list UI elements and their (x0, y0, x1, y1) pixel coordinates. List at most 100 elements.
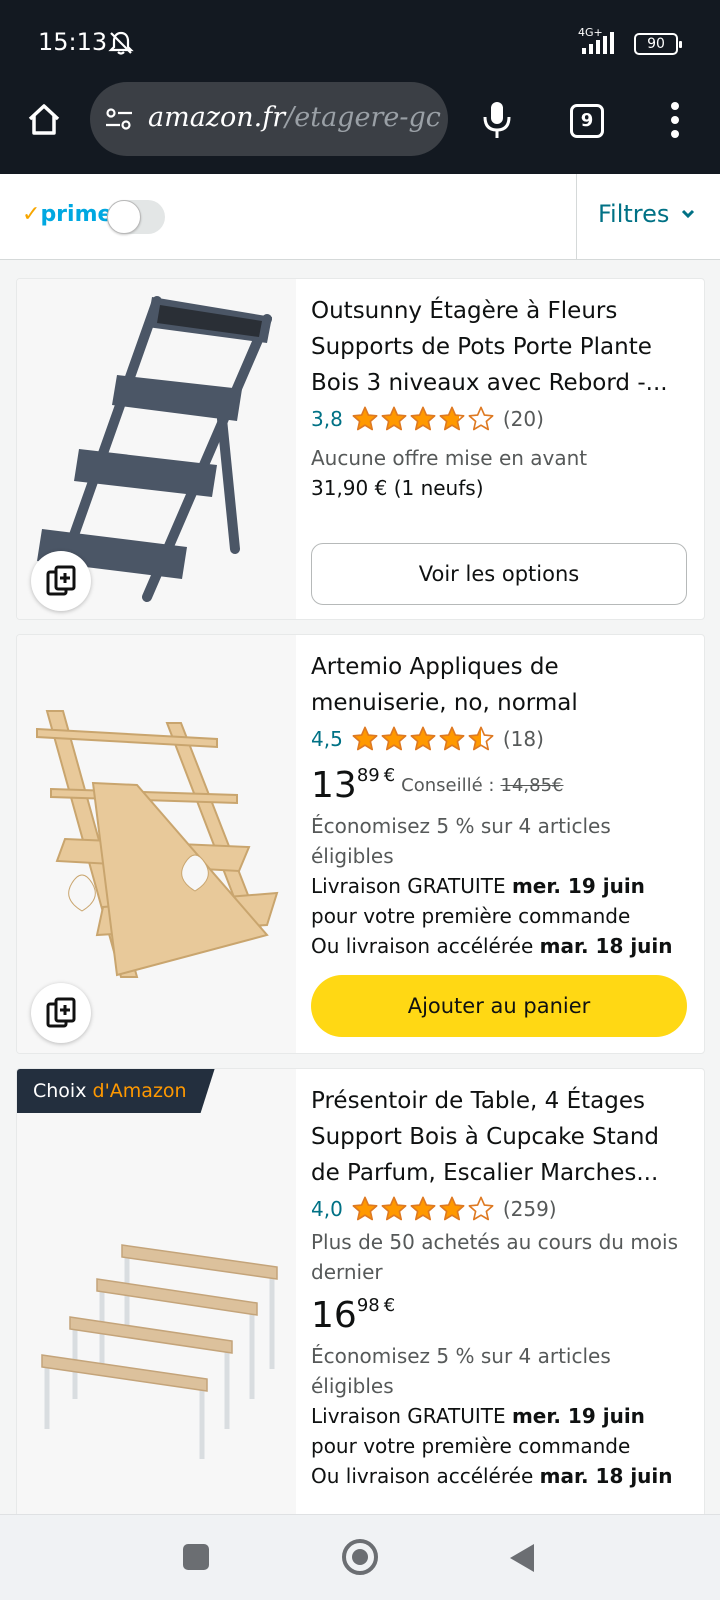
url-path: /etagere-gc (285, 102, 441, 133)
acrylic-stand-image (41, 1244, 278, 1459)
compare-icon (46, 997, 76, 1028)
home-nav-icon[interactable] (342, 1539, 378, 1575)
delivery-suffix: pour votre première commande (311, 904, 631, 928)
back-icon[interactable] (508, 1542, 536, 1574)
star-icon (468, 406, 494, 431)
prime-toggle[interactable] (107, 200, 165, 234)
fast-delivery-date: mar. 18 juin (539, 934, 673, 958)
star-rating-icon (351, 725, 495, 753)
status-time: 15:13 (38, 28, 108, 56)
star-icon (352, 726, 378, 751)
product-title[interactable]: Artemio Appliques de menuiserie, no, nor… (311, 649, 692, 721)
product-details: Artemio Appliques de menuiserie, no, nor… (311, 635, 692, 1037)
compare-button[interactable] (31, 983, 91, 1043)
star-icon (439, 726, 465, 751)
review-count: (259) (502, 1197, 557, 1221)
delivery-text: Livraison GRATUITE mer. 19 juin pour vot… (311, 871, 692, 931)
rating-value: 3,8 (311, 407, 343, 431)
rating-value: 4,0 (311, 1197, 343, 1221)
price: 16 98 € (311, 1295, 692, 1341)
delivery-text: Livraison GRATUITE mer. 19 juin pour vot… (311, 1401, 692, 1461)
star-icon (381, 726, 407, 751)
url-host: amazon.fr (148, 102, 286, 133)
rating-row[interactable]: 4,0 (259) (311, 1191, 692, 1227)
star-icon (468, 726, 494, 751)
bought-count: Plus de 50 achetés au cours du mois dern… (311, 1230, 679, 1284)
fast-delivery-prefix: Ou livraison accélérée (311, 1464, 534, 1488)
prime-label: prime (40, 202, 113, 227)
browser-toolbar: amazon.fr/etagere-gc 9 (0, 82, 720, 174)
product-image[interactable] (17, 1069, 296, 1514)
savings-text: Économisez 5 % sur 4 articles éligibles (311, 814, 611, 868)
rating-row[interactable]: 4,5 (18) (311, 721, 692, 757)
star-icon (410, 726, 436, 751)
savings-text: Économisez 5 % sur 4 articles éligibles (311, 1344, 611, 1398)
product-title[interactable]: Présentoir de Table, 4 Étages Support Bo… (311, 1083, 692, 1191)
address-bar[interactable]: amazon.fr/etagere-gc (90, 82, 448, 156)
price-whole: 13 (311, 765, 357, 806)
add-to-cart-button[interactable]: Ajouter au panier (311, 975, 687, 1037)
star-icon (410, 1196, 436, 1221)
star-rating-icon (351, 1195, 495, 1223)
product-card[interactable]: Artemio Appliques de menuiserie, no, nor… (16, 634, 705, 1054)
product-card[interactable]: Choix d'Amazon Présentoir de Table, 4 Ét… (16, 1068, 705, 1514)
microphone-icon[interactable] (480, 100, 514, 140)
star-icon (381, 406, 407, 431)
url-text[interactable]: amazon.fr/etagere-gc (148, 102, 441, 133)
compare-icon (46, 565, 76, 596)
offer-note: Aucune offre mise en avant (311, 446, 588, 470)
amazon-choice-badge: Choix d'Amazon (17, 1069, 215, 1113)
star-icon (352, 1196, 378, 1221)
product-details: Outsunny Étagère à Fleurs Supports de Po… (311, 279, 692, 605)
star-icon (439, 406, 465, 431)
offer-price: 31,90 € (1 neufs) (311, 476, 484, 500)
battery-icon: 90 (634, 33, 682, 55)
review-count: (20) (502, 407, 544, 431)
badge-accent: d'Amazon (92, 1080, 187, 1102)
recent-apps-icon[interactable] (183, 1544, 209, 1570)
fast-delivery-prefix: Ou livraison accélérée (311, 934, 534, 958)
list-price: 14,85€ (500, 775, 564, 796)
compare-button[interactable] (31, 551, 91, 611)
delivery-prefix: Livraison GRATUITE (311, 1404, 506, 1428)
fast-delivery-date: mar. 18 juin (539, 1464, 673, 1488)
fast-delivery-text: Ou livraison accélérée mar. 18 juin (311, 1461, 692, 1491)
see-options-button[interactable]: Voir les options (311, 543, 687, 605)
divider (576, 174, 577, 260)
system-navigation-bar (0, 1514, 720, 1600)
status-bar: 15:13 4G+ 90 (0, 0, 720, 82)
rating-value: 4,5 (311, 727, 343, 751)
price-fraction: 89 (356, 765, 380, 786)
filters-label: Filtres (598, 200, 670, 228)
filter-bar: ✓prime Filtres (0, 174, 720, 260)
star-icon (352, 406, 378, 431)
search-results: Outsunny Étagère à Fleurs Supports de Po… (0, 260, 720, 1514)
price-fraction: 98 (356, 1295, 380, 1316)
rating-row[interactable]: 3,8 (20) (311, 401, 692, 437)
delivery-prefix: Livraison GRATUITE (311, 874, 506, 898)
product-details: Présentoir de Table, 4 Étages Support Bo… (311, 1069, 692, 1491)
prime-logo: ✓prime (22, 202, 112, 227)
signal-strength-icon (582, 32, 614, 54)
home-icon[interactable] (24, 100, 64, 140)
badge-prefix: Choix (33, 1080, 87, 1102)
star-rating-icon (351, 405, 495, 433)
price-currency: € (383, 1295, 396, 1316)
product-card[interactable]: Outsunny Étagère à Fleurs Supports de Po… (16, 278, 705, 620)
price-whole: 16 (311, 1295, 357, 1336)
delivery-date: mer. 19 juin (511, 1404, 645, 1428)
delivery-suffix: pour votre première commande (311, 1434, 631, 1458)
list-price-label: Conseillé : (401, 775, 495, 796)
review-count: (18) (502, 727, 544, 751)
tab-switcher-button[interactable]: 9 (570, 104, 604, 138)
product-title[interactable]: Outsunny Étagère à Fleurs Supports de Po… (311, 293, 692, 401)
price-currency: € (383, 765, 396, 786)
fast-delivery-text: Ou livraison accélérée mar. 18 juin (311, 931, 692, 961)
star-icon (381, 1196, 407, 1221)
more-options-icon[interactable] (668, 100, 682, 140)
site-settings-icon[interactable] (104, 106, 134, 132)
filters-button[interactable]: Filtres (598, 200, 695, 228)
chevron-down-icon (682, 209, 695, 219)
star-icon (439, 1196, 465, 1221)
star-icon (468, 1196, 494, 1221)
